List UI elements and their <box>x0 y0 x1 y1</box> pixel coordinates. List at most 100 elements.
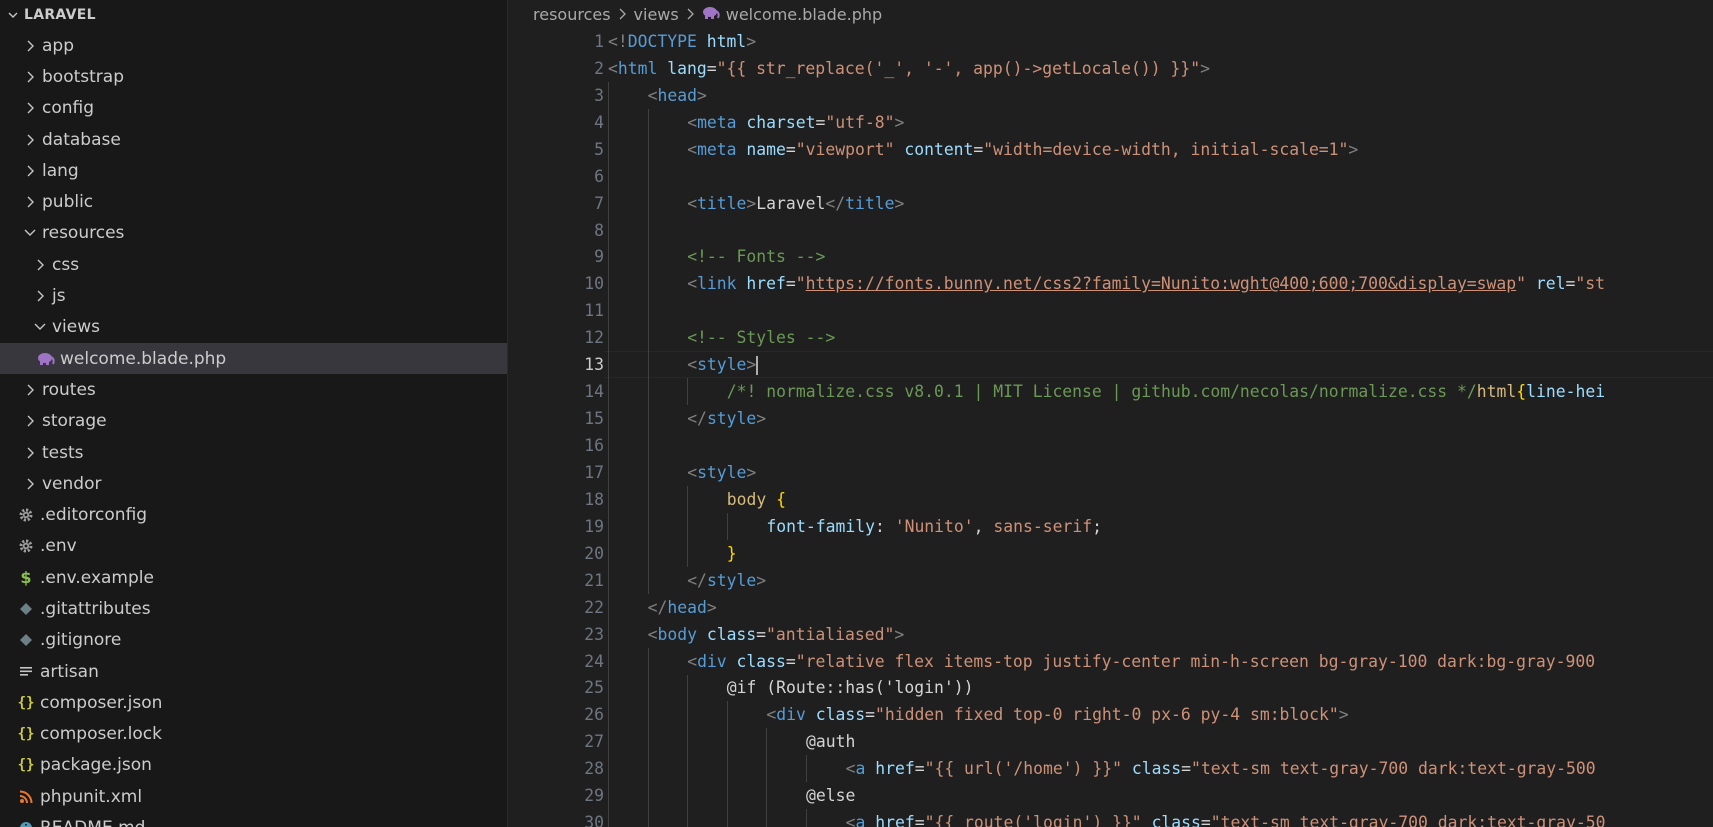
code-editor[interactable]: 1 <!DOCTYPE html> 2 <html lang="{{ str_repl… <box>508 28 1713 827</box>
code-line[interactable]: 17 <style> <box>508 459 1713 486</box>
code-text: @auth <box>806 732 855 751</box>
file-item[interactable]: README.md <box>0 812 507 827</box>
chevron-right-icon <box>20 414 40 428</box>
code-line[interactable]: 2 <html lang="{{ str_replace('_', '-', ap… <box>508 55 1713 82</box>
vscode-window: LARAVEL app bootstrap config database lang pu… <box>0 0 1713 827</box>
breadcrumb-item[interactable]: views <box>634 5 679 24</box>
folder-item[interactable]: css <box>0 249 507 280</box>
file-item[interactable]: .gitattributes <box>0 593 507 624</box>
code-line[interactable]: 6 <box>508 162 1713 190</box>
folder-item[interactable]: app <box>0 30 507 61</box>
folder-item[interactable]: js <box>0 280 507 311</box>
folder-item[interactable]: public <box>0 186 507 217</box>
tree-item-label: lang <box>42 160 79 181</box>
tree-item-label: welcome.blade.php <box>60 348 227 369</box>
code-token: = <box>914 759 925 779</box>
breadcrumb-item[interactable]: welcome.blade.php <box>726 5 882 24</box>
file-item[interactable]: welcome.blade.php <box>0 342 507 375</box>
code-token: "hidden fixed top-0 right-0 px-6 py-4 sm… <box>874 705 1339 725</box>
chevron-right-icon <box>20 446 40 460</box>
indent-guide <box>647 162 649 190</box>
code-line[interactable]: 4 <meta charset="utf-8"> <box>508 108 1713 136</box>
code-line[interactable]: 9 <!-- Fonts --> <box>508 243 1713 271</box>
code-line[interactable]: 8 <box>508 216 1713 244</box>
file-item[interactable]: .editorconfig <box>0 499 507 530</box>
file-item[interactable]: {} composer.lock <box>0 719 507 750</box>
code-token: 'Nunito' <box>894 516 974 536</box>
tree-item-label: views <box>52 317 101 338</box>
code-line[interactable]: 13 <style> <box>508 351 1713 379</box>
code-token: div <box>697 651 727 671</box>
file-item[interactable]: {} composer.json <box>0 687 507 718</box>
folder-item[interactable]: tests <box>0 437 507 468</box>
code-token: > <box>1348 139 1359 159</box>
code-line[interactable]: 23 <body class="antialiased"> <box>508 620 1713 648</box>
tree-item-label: public <box>42 192 94 213</box>
code-line[interactable]: 29 @else <box>508 782 1713 810</box>
folder-item[interactable]: database <box>0 124 507 155</box>
code-line[interactable]: 25 @if (Route::has('login')) <box>508 674 1713 702</box>
explorer-root-header[interactable]: LARAVEL <box>0 0 507 30</box>
code-line[interactable]: 18 body { <box>508 485 1713 513</box>
indent-guide <box>608 243 609 271</box>
code-line[interactable]: 3 <head> <box>508 81 1713 109</box>
code-line[interactable]: 12 <!-- Styles --> <box>508 324 1713 352</box>
code-line[interactable]: 21 </style> <box>508 566 1713 594</box>
code-line[interactable]: 11 <box>508 297 1713 325</box>
code-token: "{{ url('/home') }}" <box>924 759 1122 779</box>
code-token: = <box>785 139 796 159</box>
code-line[interactable]: 10 <link href="https://fonts.bunny.net/cs… <box>508 270 1713 298</box>
file-item[interactable]: $ .env.example <box>0 562 507 593</box>
code-line[interactable]: 26 <div class="hidden fixed top-0 right-0… <box>508 701 1713 729</box>
code-token: class <box>706 624 757 644</box>
lines-icon <box>16 666 36 678</box>
file-item[interactable]: .gitignore <box>0 625 507 656</box>
code-line[interactable]: 30 <a href="{{ route('login') }}" class="… <box>508 809 1713 827</box>
line-number: 14 <box>584 382 604 402</box>
code-token: > <box>706 597 717 617</box>
chevron-down-icon <box>4 9 22 21</box>
code-line[interactable]: 22 </head> <box>508 593 1713 621</box>
code-line[interactable]: 20} <box>508 539 1713 567</box>
tree-item-label: phpunit.xml <box>40 786 143 807</box>
code-text: <!DOCTYPE html> <box>608 32 756 51</box>
code-token: class <box>1131 759 1182 779</box>
breadcrumb-item[interactable]: resources <box>533 5 611 24</box>
folder-item[interactable]: bootstrap <box>0 61 507 92</box>
code-line[interactable]: 5 <meta name="viewport" content="width=de… <box>508 135 1713 163</box>
code-line[interactable]: 1 <!DOCTYPE html> <box>508 28 1713 55</box>
code-line[interactable]: 15 </style> <box>508 405 1713 433</box>
code-line[interactable]: 16 <box>508 432 1713 459</box>
file-item[interactable]: artisan <box>0 656 507 687</box>
tree-item-label: .env <box>40 536 77 557</box>
code-line[interactable]: 19 font-family: 'Nunito', sans-serif; <box>508 512 1713 540</box>
tree-item-label: composer.json <box>40 692 163 713</box>
code-token: "text-sm text-gray-700 dark:text-gray-50 <box>1210 813 1606 827</box>
indent-guide <box>608 459 609 486</box>
folder-item[interactable]: vendor <box>0 468 507 499</box>
tree-item-label: storage <box>42 411 107 432</box>
folder-item[interactable]: config <box>0 93 507 124</box>
file-item[interactable]: phpunit.xml <box>0 781 507 812</box>
code-line[interactable]: 24 <div class="relative flex items-top ju… <box>508 647 1713 675</box>
folder-item[interactable]: resources <box>0 218 507 249</box>
file-item[interactable]: .env <box>0 531 507 562</box>
code-token: = <box>1181 759 1192 779</box>
file-item[interactable]: {} package.json <box>0 750 507 781</box>
folder-item[interactable]: storage <box>0 406 507 437</box>
code-token: = <box>706 58 717 78</box>
code-line[interactable]: 27 @auth <box>508 728 1713 756</box>
code-line[interactable]: 14 /*! normalize.css v8.0.1 | MIT License… <box>508 378 1713 406</box>
folder-item[interactable]: views <box>0 312 507 343</box>
code-text: <style> <box>687 463 756 482</box>
tree-item-label: composer.lock <box>40 724 162 745</box>
code-token: head <box>667 597 707 617</box>
folder-item[interactable]: lang <box>0 155 507 186</box>
code-token: > <box>746 354 757 374</box>
folder-item[interactable]: routes <box>0 374 507 405</box>
code-line[interactable]: 7 <title>Laravel</title> <box>508 189 1713 217</box>
code-line[interactable]: 28 <a href="{{ url('/home') }}" class="te… <box>508 755 1713 783</box>
